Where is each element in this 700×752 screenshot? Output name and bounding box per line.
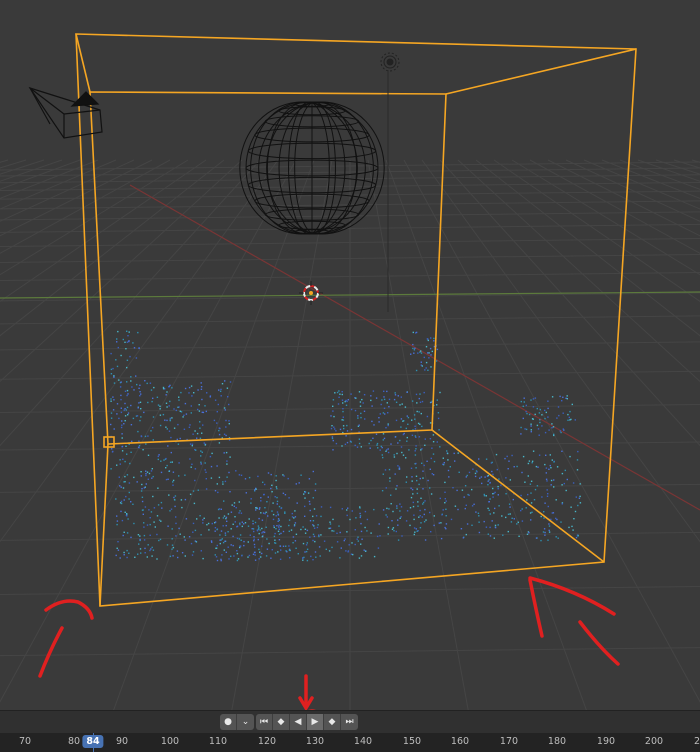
keyframe-record-button[interactable]: ● [220,714,237,730]
timeline-tick-label: 110 [208,736,228,747]
jump-to-start-button[interactable]: ⏮ [256,714,273,730]
next-keyframe-button[interactable]: ◆ [324,714,341,730]
annotation-arrows [38,576,620,710]
timeline-tick-label: 200 [644,736,664,747]
playback-controls: ● ⌄ ⏮ ◆ ◀ ▶ ◆ ⏭ [0,710,700,733]
sphere-obstacle[interactable] [239,101,385,235]
timeline-ruler[interactable]: 70 80 90 100 110 120 130 140 150 160 170 180 190 200 2… [0,733,700,752]
next-keyframe-icon: ◆ [328,717,336,727]
timeline-tick-label: 80 [67,736,81,747]
timeline-tick-label: 100 [160,736,180,747]
floor-grid [0,159,700,710]
timeline-tick-label: 70 [18,736,32,747]
play-reverse-icon: ◀ [294,717,302,727]
play-button[interactable]: ▶ [307,714,324,730]
timeline-tick-label: 130 [305,736,325,747]
timeline-tick-label: 140 [353,736,373,747]
play-reverse-button[interactable]: ◀ [290,714,307,730]
timeline-tick-label: 90 [115,736,129,747]
jump-end-icon: ⏭ [345,717,354,727]
play-icon: ▶ [311,717,319,727]
keying-dropdown[interactable]: ⌄ [237,714,254,730]
timeline-tick-label: 160 [450,736,470,747]
chevron-down-icon: ⌄ [241,717,250,727]
prev-keyframe-button[interactable]: ◆ [273,714,290,730]
timeline-tick-label: 170 [499,736,519,747]
prev-keyframe-icon: ◆ [277,717,285,727]
timeline-tick-label: 190 [596,736,616,747]
3d-cursor-icon [299,281,323,305]
light-icon[interactable] [380,52,400,312]
jump-to-end-button[interactable]: ⏭ [341,714,358,730]
current-frame-indicator[interactable]: 84 [82,735,104,748]
timeline-tick-label: 120 [257,736,277,747]
timeline-tick-label: 150 [402,736,422,747]
jump-start-icon: ⏮ [259,717,269,727]
3d-viewport[interactable] [0,0,700,710]
timeline-tick-label: 2 [693,736,700,747]
timeline-tick-label: 180 [547,736,567,747]
record-icon: ● [224,717,232,727]
